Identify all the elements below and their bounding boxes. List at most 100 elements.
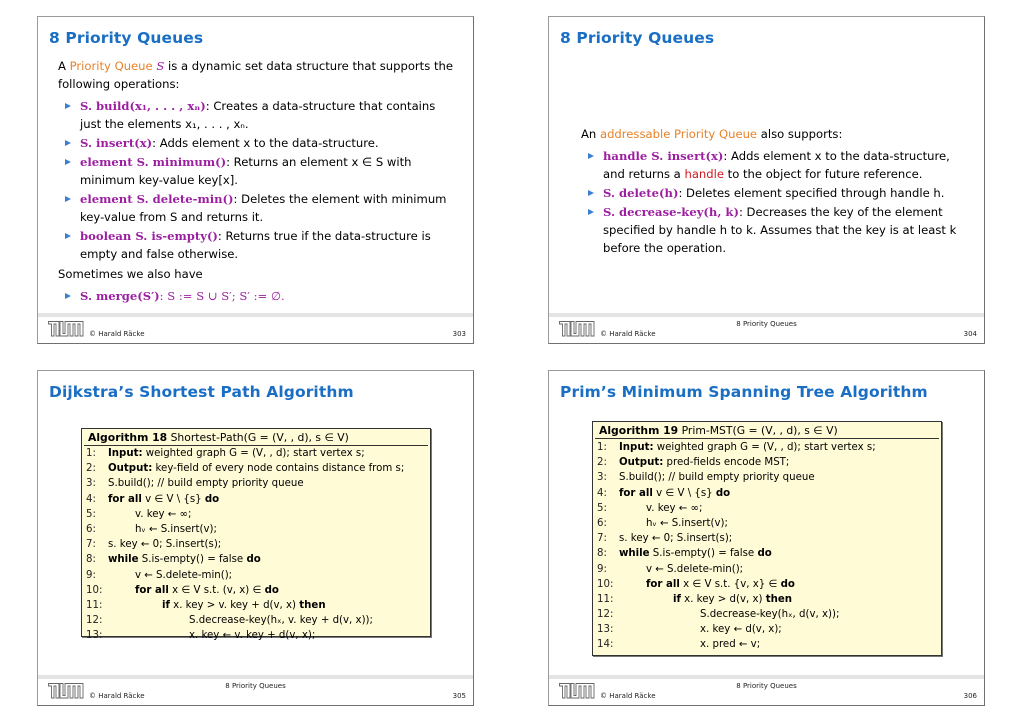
algorithm-line: 10: for all x ∈ V s.t. {v, x} ∈ do	[593, 577, 941, 592]
operation-item: S. build(x₁, . . . , xₙ): Creates a data…	[65, 97, 453, 133]
keyword: then	[765, 593, 793, 605]
bullet-triangle-icon	[65, 293, 71, 299]
keyword: Input:	[108, 448, 143, 459]
algorithm-line: 5: v. key ← ∞;	[593, 501, 941, 516]
line-number: 14:	[597, 639, 614, 651]
operation-item: S. delete(h): Deletes element specified …	[588, 184, 970, 202]
keyword: Output:	[619, 457, 664, 469]
keyword: Output:	[108, 463, 153, 475]
line-number: 1:	[86, 448, 96, 459]
intro-paragraph: An addressable Priority Queue also suppo…	[581, 127, 843, 141]
line-number: 11:	[597, 593, 614, 605]
line-number: 5:	[597, 502, 607, 514]
term-handle: handle	[684, 167, 724, 181]
statement: S.is-empty() = false	[649, 548, 758, 560]
line-number: 1:	[597, 442, 607, 453]
statement: v ∈ V \ {s}	[652, 487, 716, 499]
algorithm-lines: 1: Input: weighted graph G = (V, , d); st…	[593, 439, 941, 653]
slide-303: 8 Priority Queues A Priority Queue S is …	[37, 16, 474, 344]
line-number: 2:	[597, 457, 607, 469]
slide-body: An addressable Priority Queue also suppo…	[581, 125, 970, 259]
statement: v ∈ V \ {s}	[141, 493, 205, 505]
algorithm-line: 1: Input: weighted graph G = (V, , d); st…	[82, 446, 430, 461]
operation-item: boolean S. is-empty(): Returns true if t…	[65, 227, 453, 263]
author: © Harald Räcke	[89, 692, 145, 700]
also-label: Sometimes we also have	[58, 267, 203, 281]
line-number: 12:	[86, 615, 103, 627]
line-number: 7:	[86, 539, 96, 551]
keyword: if	[673, 593, 681, 605]
statement: s. key ← 0; S.insert(s);	[108, 539, 222, 551]
algorithm-line: 11: if x. key > d(v, x) then	[593, 592, 941, 607]
keyword: do	[204, 493, 220, 505]
algorithm-line: 3: S.build(); // build empty priority que…	[82, 476, 430, 491]
bullet-triangle-icon	[65, 233, 71, 239]
bullet-triangle-icon	[65, 159, 71, 165]
algorithm-header: Algorithm 18 Shortest-Path(G = (V, , d),…	[84, 429, 428, 446]
tum-logo-icon	[48, 321, 84, 337]
statement: v. key ← ∞;	[646, 502, 703, 514]
bullet-triangle-icon	[65, 140, 71, 146]
algorithm-box: Algorithm 18 Shortest-Path(G = (V, , d),…	[81, 428, 431, 641]
algorithm-line: 8: while S.is-empty() = false do	[82, 552, 430, 567]
algorithm-line: 14: x. pred ← v;	[593, 637, 941, 652]
algorithm-header: Algorithm 19 Prim-MST(G = (V, , d), s ∈ …	[595, 422, 939, 439]
keyword: while	[619, 548, 650, 560]
slide-305: Dijkstra’s Shortest Path Algorithm Algor…	[37, 370, 474, 706]
line-number: 8:	[86, 554, 96, 566]
line-number: 12:	[597, 609, 614, 621]
statement: x. key ← v. key + d(v, x);	[189, 630, 316, 642]
algorithm-line: 13: x. key ← d(v, x);	[593, 622, 941, 637]
keyword: for all	[108, 493, 142, 505]
statement: v ← S.delete-min();	[646, 563, 744, 575]
line-number: 6:	[597, 517, 607, 529]
bullet-triangle-icon	[65, 196, 71, 202]
algorithm-line: 5: v. key ← ∞;	[82, 507, 430, 522]
page-number: 305	[452, 692, 466, 700]
slide-footer: 8 Priority Queues © Harald Räcke 304	[549, 317, 984, 343]
bullet-triangle-icon	[588, 209, 594, 215]
statement: x. key > d(v, x)	[680, 593, 766, 605]
slide-footer: 8 Priority Queues © Harald Räcke 306	[549, 679, 984, 705]
line-number: 8:	[597, 548, 607, 560]
operations-list: handle S. insert(x): Adds element x to t…	[581, 147, 970, 257]
page-number: 304	[963, 330, 977, 338]
line-number: 10:	[86, 584, 103, 596]
line-number: 6:	[86, 523, 96, 535]
line-number: 11:	[86, 599, 103, 611]
statement: S.is-empty() = false	[138, 554, 247, 566]
slide-footer: © Harald Räcke 303	[38, 317, 473, 343]
line-number: 10:	[597, 578, 614, 590]
algorithm-line: 11: if x. key > v. key + d(v, x) then	[82, 598, 430, 613]
algorithm-line: 10: for all x ∈ V s.t. (v, x) ∈ do	[82, 583, 430, 598]
slide-footer: 8 Priority Queues © Harald Räcke 305	[38, 679, 473, 705]
line-number: 4:	[597, 487, 607, 499]
section-label: 8 Priority Queues	[736, 682, 797, 690]
author: © Harald Räcke	[600, 330, 656, 338]
algorithm-line: 3: S.build(); // build empty priority que…	[593, 470, 941, 485]
line-number: 2:	[86, 463, 96, 475]
slide-306: Prim’s Minimum Spanning Tree Algorithm A…	[548, 370, 985, 706]
intro-paragraph: A Priority Queue S is a dynamic set data…	[58, 59, 453, 91]
statement: key-field of every node contains distanc…	[152, 463, 405, 475]
statement: v ← S.delete-min();	[135, 569, 233, 581]
keyword: for all	[646, 578, 680, 590]
line-number: 7:	[597, 533, 607, 545]
algorithm-line: 7: s. key ← 0; S.insert(s);	[82, 537, 430, 552]
operations-list: S. build(x₁, . . . , xₙ): Creates a data…	[58, 97, 453, 263]
statement: S.decrease-key(hₓ, d(v, x));	[700, 609, 840, 621]
slide-title: 8 Priority Queues	[560, 29, 715, 47]
algorithm-line: 7: s. key ← 0; S.insert(s);	[593, 531, 941, 546]
statement: hᵥ ← S.insert(v);	[135, 523, 217, 535]
statement: s. key ← 0; S.insert(s);	[619, 533, 733, 545]
line-number: 13:	[86, 630, 103, 642]
algorithm-line: 2: Output: key-field of every node contai…	[82, 461, 430, 476]
page-number: 306	[963, 692, 977, 700]
keyword: if	[162, 599, 170, 611]
bullet-triangle-icon	[65, 103, 71, 109]
operation-item: S. insert(x): Adds element x to the data…	[65, 134, 453, 152]
algorithm-line: 12: S.decrease-key(hₓ, v. key + d(v, x));	[82, 613, 430, 628]
statement: weighted graph G = (V, , d); start verte…	[142, 448, 365, 459]
algorithm-line: 2: Output: pred-fields encode MST;	[593, 455, 941, 470]
algorithm-box: Algorithm 19 Prim-MST(G = (V, , d), s ∈ …	[592, 421, 942, 656]
